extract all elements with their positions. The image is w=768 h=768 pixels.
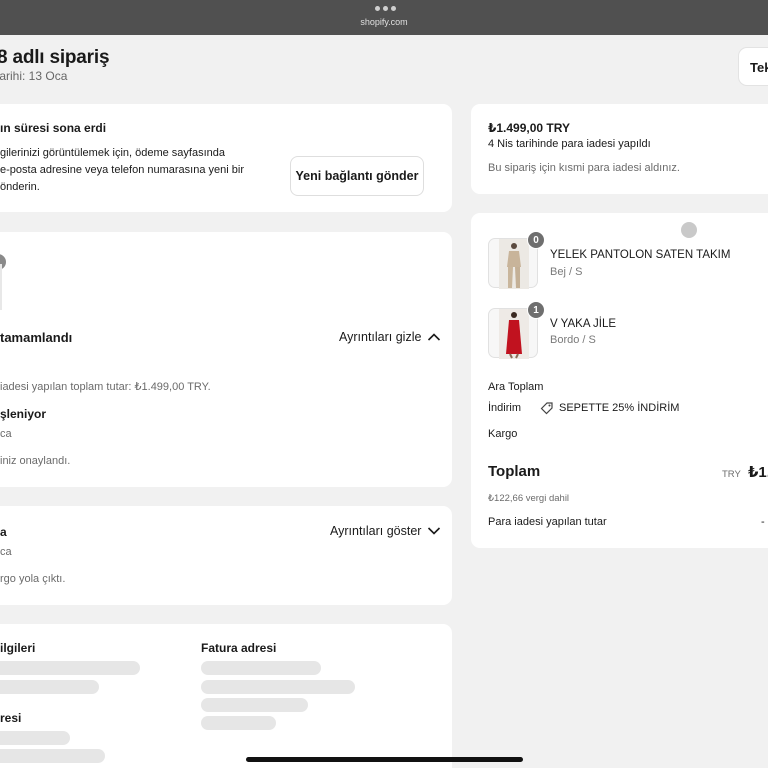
shipping-status-title: a bbox=[0, 525, 7, 539]
skeleton-line bbox=[0, 749, 105, 763]
refund-summary-card: ₺1.499,00 TRY 4 Nis tarihinde para iades… bbox=[471, 104, 768, 194]
link-expired-title: ın süresi sona erdi bbox=[0, 121, 107, 135]
skeleton-line bbox=[201, 698, 308, 712]
shipping-status-date: ca bbox=[0, 546, 12, 558]
chevron-up-icon bbox=[428, 333, 441, 341]
link-expired-body-line3: önderin. bbox=[0, 181, 40, 193]
refund-date-text: 4 Nis tarihinde para iadesi yapıldı bbox=[488, 138, 651, 150]
order-date: tarihi: 13 Oca bbox=[0, 69, 68, 83]
shipping-status-card: a ca Ayrıntıları göster rgo yola çıktı. bbox=[0, 506, 452, 605]
tag-icon bbox=[540, 402, 553, 415]
hide-details-label: Ayrıntıları gizle bbox=[339, 330, 422, 344]
total-label: Toplam bbox=[488, 463, 541, 480]
shipping-address-title: resi bbox=[0, 711, 22, 725]
refund-amount-line: iadesi yapılan toplam tutar: ₺1.499,00 T… bbox=[0, 381, 211, 393]
show-details-toggle[interactable]: Ayrıntıları göster bbox=[330, 524, 441, 538]
refund-confirmed-text: iniz onaylandı. bbox=[0, 455, 71, 467]
url-label[interactable]: shopify.com bbox=[0, 17, 768, 27]
show-details-label: Ayrıntıları göster bbox=[330, 524, 422, 538]
partial-refund-note: Bu sipariş için kısmi para iadesi aldını… bbox=[488, 162, 680, 174]
total-value: ₺1. bbox=[748, 464, 768, 481]
skeleton-line bbox=[201, 661, 321, 675]
loading-indicator bbox=[681, 222, 697, 238]
browser-top-bar: shopify.com bbox=[0, 0, 768, 35]
product-variant: Bordo / S bbox=[550, 334, 596, 346]
product-name: V YAKA JİLE bbox=[550, 318, 617, 330]
hide-details-toggle[interactable]: Ayrıntıları gizle bbox=[339, 330, 441, 344]
discount-code-label: SEPETTE 25% İNDİRİM bbox=[559, 402, 680, 414]
discount-label: İndirim bbox=[488, 402, 522, 414]
page-title: 8 adlı sipariş bbox=[0, 47, 110, 68]
skeleton-line bbox=[201, 716, 276, 730]
skeleton-line bbox=[201, 680, 355, 694]
tab-menu-dots-icon[interactable] bbox=[375, 6, 396, 11]
customer-info-card: ilgileri Fatura adresi resi bbox=[0, 624, 452, 768]
processing-date: ca bbox=[0, 428, 12, 440]
timeline-line bbox=[0, 264, 2, 310]
link-expired-body-line2: e-posta adresine veya telefon numarasına… bbox=[0, 164, 244, 176]
quantity-badge: 0 bbox=[527, 231, 545, 249]
product-thumbnail[interactable]: 0 bbox=[488, 231, 545, 289]
link-expired-body-line1: gilerinizi görüntülemek için, ödeme sayf… bbox=[0, 147, 226, 159]
subtotal-label: Ara Toplam bbox=[488, 381, 544, 393]
header-action-button[interactable]: Tek bbox=[738, 47, 768, 86]
refund-status-card: tamamlandı Ayrıntıları gizle iadesi yapı… bbox=[0, 232, 452, 487]
order-summary-card: 0 YELEK PANTOLON SATEN TAKIM Bej / S 1 V… bbox=[471, 213, 768, 548]
skeleton-line bbox=[0, 661, 140, 675]
product-name: YELEK PANTOLON SATEN TAKIM bbox=[550, 249, 731, 261]
shipping-message: rgo yola çıktı. bbox=[0, 573, 66, 585]
refunded-amount-value: - bbox=[761, 516, 765, 528]
refunded-amount-label: Para iadesi yapılan tutar bbox=[488, 516, 607, 528]
product-thumbnail[interactable]: 1 bbox=[488, 301, 545, 359]
quantity-badge: 1 bbox=[527, 301, 545, 319]
shipping-label: Kargo bbox=[488, 428, 518, 440]
skeleton-line bbox=[0, 680, 99, 694]
refund-amount: ₺1.499,00 TRY bbox=[488, 121, 570, 135]
discount-code: SEPETTE 25% İNDİRİM bbox=[540, 401, 679, 415]
product-variant: Bej / S bbox=[550, 266, 583, 278]
home-indicator[interactable] bbox=[246, 757, 523, 762]
refund-status-title: tamamlandı bbox=[0, 330, 73, 345]
processing-title: şleniyor bbox=[0, 407, 47, 421]
chevron-down-icon bbox=[428, 527, 441, 535]
billing-address-title: Fatura adresi bbox=[201, 641, 277, 655]
link-expired-card: ın süresi sona erdi gilerinizi görüntüle… bbox=[0, 104, 452, 212]
tax-note: ₺122,66 vergi dahil bbox=[488, 493, 570, 504]
send-new-link-button[interactable]: Yeni bağlantı gönder bbox=[290, 156, 424, 196]
skeleton-line bbox=[0, 731, 70, 745]
contact-info-title: ilgileri bbox=[0, 641, 36, 655]
currency-code: TRY bbox=[722, 469, 741, 480]
